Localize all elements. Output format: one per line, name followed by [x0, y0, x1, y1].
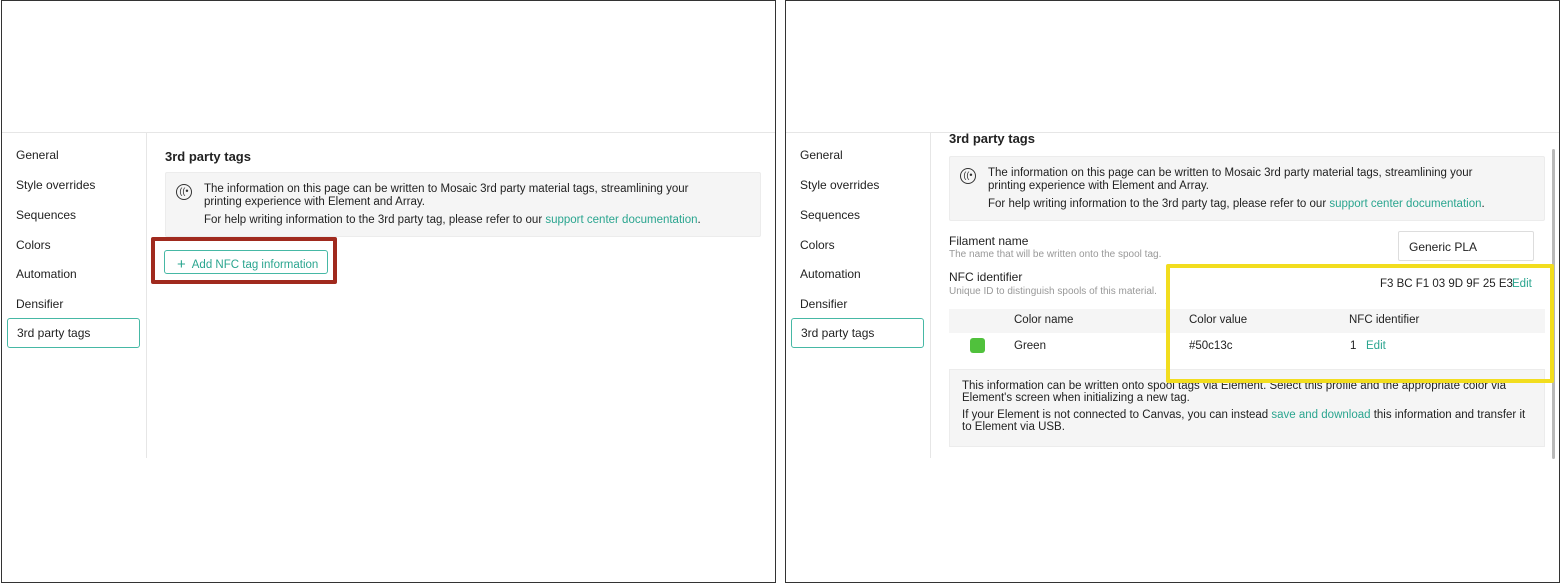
sidebar-item-general[interactable]: General	[800, 148, 843, 162]
screenshot-panel-left: General Style overrides Sequences Colors…	[1, 0, 776, 583]
sidebar-item-densifier[interactable]: Densifier	[16, 297, 63, 311]
sidebar-item-sequences[interactable]: Sequences	[16, 208, 76, 222]
info-help-text: For help writing information to the 3rd …	[988, 198, 1485, 210]
main-content: 3rd party tags ((• The information on th…	[148, 133, 775, 582]
color-swatch	[970, 338, 985, 353]
info-help-suffix: .	[1481, 198, 1485, 210]
save-download-text: If your Element is not connected to Canv…	[962, 409, 1534, 433]
sidebar-item-automation[interactable]: Automation	[800, 267, 861, 281]
screenshot-panel-right: General Style overrides Sequences Colors…	[785, 0, 1560, 583]
nfc-icon: ((•	[960, 168, 976, 184]
info-help-text: For help writing information to the 3rd …	[204, 214, 701, 226]
info-text: The information on this page can be writ…	[988, 167, 1473, 192]
nfc-identifier-description: Unique ID to distinguish spools of this …	[949, 286, 1157, 297]
sidebar-item-3rd-party-tags[interactable]: 3rd party tags	[791, 318, 924, 348]
sidebar-item-general[interactable]: General	[16, 148, 59, 162]
save-download-prefix: If your Element is not connected to Canv…	[962, 409, 1272, 421]
info-box: ((• The information on this page can be …	[949, 156, 1545, 221]
column-header-color-name: Color name	[1014, 314, 1074, 326]
sidebar: General Style overrides Sequences Colors…	[2, 133, 147, 458]
highlight-box-yellow	[1166, 264, 1554, 383]
info-box: ((• The information on this page can be …	[165, 172, 761, 237]
save-and-download-link[interactable]: save and download	[1271, 409, 1370, 421]
sidebar-item-style-overrides[interactable]: Style overrides	[800, 178, 879, 192]
sidebar-item-colors[interactable]: Colors	[800, 238, 835, 252]
filament-name-label: Filament name	[949, 234, 1029, 248]
support-docs-link[interactable]: support center documentation	[545, 214, 697, 226]
info-help-prefix: For help writing information to the 3rd …	[204, 214, 546, 226]
info-help-suffix: .	[697, 214, 701, 226]
sidebar-item-automation[interactable]: Automation	[16, 267, 77, 281]
spool-info-text: This information can be written onto spo…	[962, 380, 1506, 404]
color-name-cell: Green	[1014, 340, 1046, 352]
nfc-icon: ((•	[176, 184, 192, 200]
sidebar-item-3rd-party-tags[interactable]: 3rd party tags	[7, 318, 140, 348]
sidebar-item-style-overrides[interactable]: Style overrides	[16, 178, 95, 192]
info-help-prefix: For help writing information to the 3rd …	[988, 198, 1330, 210]
sidebar-item-sequences[interactable]: Sequences	[800, 208, 860, 222]
sidebar-item-densifier[interactable]: Densifier	[800, 297, 847, 311]
filament-name-description: The name that will be written onto the s…	[949, 249, 1162, 260]
sidebar-item-colors[interactable]: Colors	[16, 238, 51, 252]
sidebar: General Style overrides Sequences Colors…	[786, 133, 931, 458]
page-title: 3rd party tags	[949, 131, 1035, 146]
support-docs-link[interactable]: support center documentation	[1329, 198, 1481, 210]
filament-name-input[interactable]: Generic PLA	[1398, 231, 1534, 261]
highlight-box-red	[151, 237, 337, 284]
nfc-identifier-label: NFC identifier	[949, 270, 1023, 284]
page-title: 3rd party tags	[165, 149, 251, 164]
info-text: The information on this page can be writ…	[204, 183, 689, 208]
